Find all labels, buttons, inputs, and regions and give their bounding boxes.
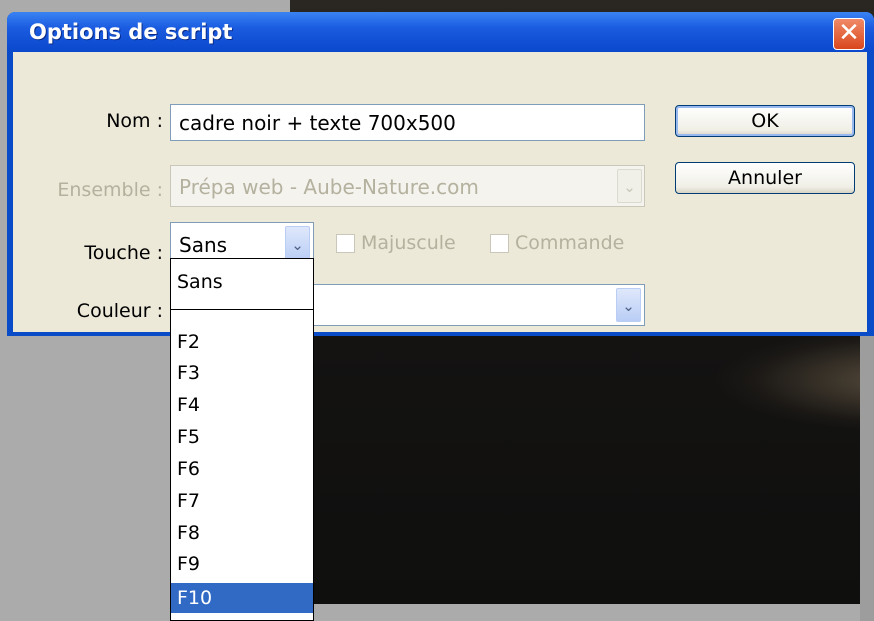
dropdown-separator <box>171 309 313 310</box>
ensemble-select: Prépa web - Aube-Nature.com <box>170 165 645 207</box>
nom-label: Nom : <box>106 110 163 132</box>
background-panel-edge <box>860 330 874 621</box>
close-button[interactable]: ✕ <box>833 18 865 50</box>
ok-button[interactable]: OK <box>675 105 855 137</box>
dropdown-item-f9[interactable]: F9 <box>171 549 313 579</box>
majuscule-checkbox <box>336 234 355 253</box>
dropdown-item-f2[interactable]: F2 <box>171 327 313 357</box>
script-options-dialog: Options de script ✕ Nom : cadre noir + t… <box>7 12 874 336</box>
majuscule-label: Majuscule <box>361 232 456 254</box>
ensemble-label: Ensemble : <box>57 179 163 201</box>
dialog-title: Options de script <box>29 20 233 44</box>
commande-label: Commande <box>515 232 625 254</box>
chevron-down-icon: ⌄ <box>291 236 304 254</box>
touche-label: Touche : <box>84 242 163 264</box>
dialog-body: Nom : cadre noir + texte 700x500 Ensembl… <box>13 52 867 332</box>
dropdown-item-f6[interactable]: F6 <box>171 454 313 484</box>
couleur-label: Couleur : <box>76 300 163 322</box>
commande-checkbox <box>490 234 509 253</box>
nom-input[interactable]: cadre noir + texte 700x500 <box>170 104 645 141</box>
dropdown-item-f3[interactable]: F3 <box>171 358 313 388</box>
dropdown-item-f7[interactable]: F7 <box>171 486 313 516</box>
chevron-down-icon: ⌄ <box>622 297 635 315</box>
dropdown-item-f5[interactable]: F5 <box>171 422 313 452</box>
touche-dropdown-list[interactable]: Sans F2 F3 F4 F5 F6 F7 F8 F9 F10 F11 <box>170 258 314 621</box>
chevron-down-icon: ⌄ <box>617 169 642 203</box>
touche-dropdown-button[interactable]: ⌄ <box>285 226 310 262</box>
dropdown-item-f10[interactable]: F10 <box>171 583 313 613</box>
cancel-button[interactable]: Annuler <box>675 162 855 194</box>
couleur-dropdown-button[interactable]: ⌄ <box>616 288 641 322</box>
close-icon: ✕ <box>838 18 860 48</box>
dropdown-item-f11[interactable]: F11 <box>171 613 313 620</box>
title-bar[interactable]: Options de script ✕ <box>7 12 874 52</box>
dropdown-item-f4[interactable]: F4 <box>171 390 313 420</box>
dropdown-item-f8[interactable]: F8 <box>171 518 313 548</box>
dropdown-item-sans[interactable]: Sans <box>171 267 313 297</box>
